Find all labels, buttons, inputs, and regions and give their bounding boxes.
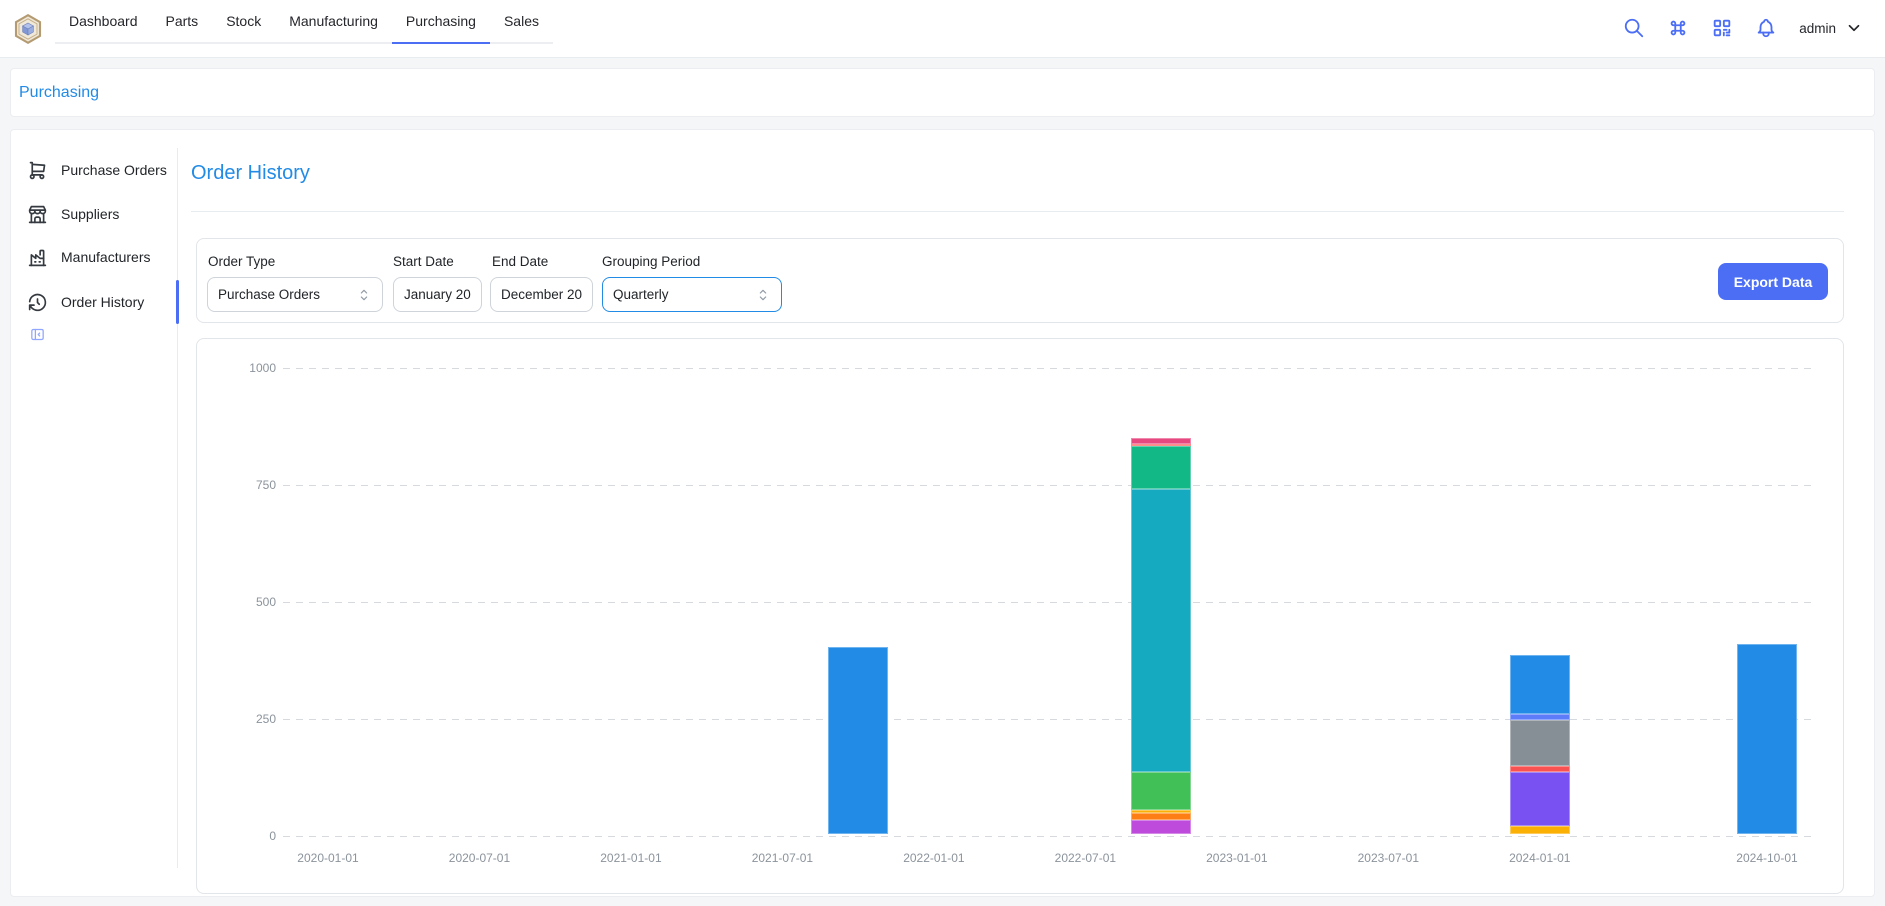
page-title: Order History <box>191 162 310 185</box>
main-panel: Purchase Orders Suppliers Manufacturers … <box>10 129 1875 897</box>
start-date-input[interactable] <box>393 277 482 312</box>
notifications-button[interactable] <box>1755 16 1779 40</box>
bar-segment[interactable] <box>1131 489 1191 772</box>
chart-plot: 0 250 500 750 1000 2020-01-01 2020-07-01 2021-0… <box>197 339 1843 893</box>
grouping-period-value: Quarterly <box>613 287 755 302</box>
bar-segment[interactable] <box>1131 772 1191 810</box>
breadcrumb-purchasing[interactable]: Purchasing <box>19 84 99 102</box>
bar-2024-01-01[interactable] <box>1510 655 1570 834</box>
grouping-period-select[interactable]: Quarterly <box>602 277 782 312</box>
gridline <box>283 602 1815 603</box>
x-axis-tick: 2024-01-01 <box>1490 851 1590 865</box>
sidebar-item-order-history[interactable]: Order History <box>19 284 171 320</box>
chevron-down-icon <box>1845 19 1863 37</box>
title-divider <box>191 211 1844 212</box>
inventree-logo-icon <box>13 14 43 44</box>
x-axis-tick: 2024-10-01 <box>1717 851 1817 865</box>
x-axis-tick: 2020-07-01 <box>429 851 529 865</box>
y-axis-tick: 250 <box>236 712 276 726</box>
sidebar-item-label: Purchase Orders <box>61 162 167 178</box>
tab-purchasing[interactable]: Purchasing <box>392 0 490 42</box>
y-axis-tick: 500 <box>236 595 276 609</box>
end-date-label: End Date <box>492 254 548 269</box>
top-navbar: Dashboard Parts Stock Manufacturing Purc… <box>0 0 1885 58</box>
gridline <box>283 368 1815 369</box>
search-button[interactable] <box>1623 16 1647 40</box>
selector-icon <box>356 287 372 303</box>
bar-segment[interactable] <box>828 647 888 834</box>
sidebar-item-label: Order History <box>61 294 144 310</box>
y-axis-tick: 750 <box>236 478 276 492</box>
bell-icon <box>1755 17 1777 39</box>
gridline <box>283 719 1815 720</box>
tab-manufacturing[interactable]: Manufacturing <box>275 0 392 42</box>
tab-stock[interactable]: Stock <box>212 0 275 42</box>
x-axis-tick: 2020-01-01 <box>278 851 378 865</box>
sidebar-item-manufacturers[interactable]: Manufacturers <box>19 239 171 275</box>
start-date-label: Start Date <box>393 254 454 269</box>
sidebar-active-indicator <box>176 280 179 324</box>
bar-segment[interactable] <box>1131 820 1191 834</box>
bar-2024-10-01[interactable] <box>1737 644 1797 834</box>
sidebar-item-suppliers[interactable]: Suppliers <box>19 196 171 232</box>
gridline <box>283 485 1815 486</box>
filter-panel: Order Type Start Date End Date Grouping … <box>196 238 1844 323</box>
order-type-label: Order Type <box>208 254 275 269</box>
navbar-actions: admin <box>1623 0 1863 56</box>
end-date-input[interactable] <box>490 277 593 312</box>
x-axis-tick: 2023-07-01 <box>1338 851 1438 865</box>
bar-segment[interactable] <box>1510 720 1570 766</box>
shopping-cart-icon <box>27 160 48 181</box>
selector-icon <box>755 287 771 303</box>
order-type-select[interactable]: Purchase Orders <box>207 277 383 312</box>
x-axis-tick: 2022-01-01 <box>884 851 984 865</box>
x-axis-tick: 2021-01-01 <box>581 851 681 865</box>
tab-parts[interactable]: Parts <box>152 0 213 42</box>
main-nav-tabs: Dashboard Parts Stock Manufacturing Purc… <box>55 0 553 44</box>
history-icon <box>27 292 48 313</box>
qrcode-icon <box>1711 17 1733 39</box>
breadcrumb: Purchasing <box>10 68 1875 117</box>
bar-segment[interactable] <box>1737 644 1797 834</box>
x-axis-tick: 2023-01-01 <box>1187 851 1287 865</box>
tab-dashboard[interactable]: Dashboard <box>55 0 152 42</box>
command-icon <box>1667 17 1689 39</box>
building-store-icon <box>27 204 48 225</box>
grouping-period-label: Grouping Period <box>602 254 700 269</box>
command-palette-button[interactable] <box>1667 16 1691 40</box>
sidebar-collapse-button[interactable] <box>29 324 49 344</box>
y-axis-tick: 0 <box>236 829 276 843</box>
x-axis-tick: 2022-07-01 <box>1035 851 1135 865</box>
bar-segment[interactable] <box>1510 772 1570 826</box>
sidebar-item-label: Suppliers <box>61 206 119 222</box>
export-data-button[interactable]: Export Data <box>1718 263 1828 300</box>
tab-sales[interactable]: Sales <box>490 0 553 42</box>
y-axis-tick: 1000 <box>236 361 276 375</box>
gridline <box>283 836 1815 837</box>
collapse-sidebar-icon <box>29 326 46 343</box>
app-logo[interactable] <box>13 14 43 44</box>
user-menu[interactable]: admin <box>1799 19 1863 37</box>
bar-segment[interactable] <box>1510 655 1570 714</box>
bar-segment[interactable] <box>1510 826 1570 834</box>
building-factory-icon <box>27 247 48 268</box>
bar-2021-10-01[interactable] <box>828 647 888 834</box>
search-icon <box>1623 17 1645 39</box>
bar-2022-10-01[interactable] <box>1131 438 1191 834</box>
sidebar-item-purchase-orders[interactable]: Purchase Orders <box>19 152 171 188</box>
order-type-value: Purchase Orders <box>218 287 356 302</box>
chart-card: 0 250 500 750 1000 2020-01-01 2020-07-01 2021-0… <box>196 338 1844 894</box>
username: admin <box>1799 21 1836 36</box>
sidebar-divider <box>177 148 178 868</box>
x-axis-tick: 2021-07-01 <box>732 851 832 865</box>
bar-segment[interactable] <box>1131 446 1191 489</box>
scan-button[interactable] <box>1711 16 1735 40</box>
sidebar-item-label: Manufacturers <box>61 249 150 265</box>
